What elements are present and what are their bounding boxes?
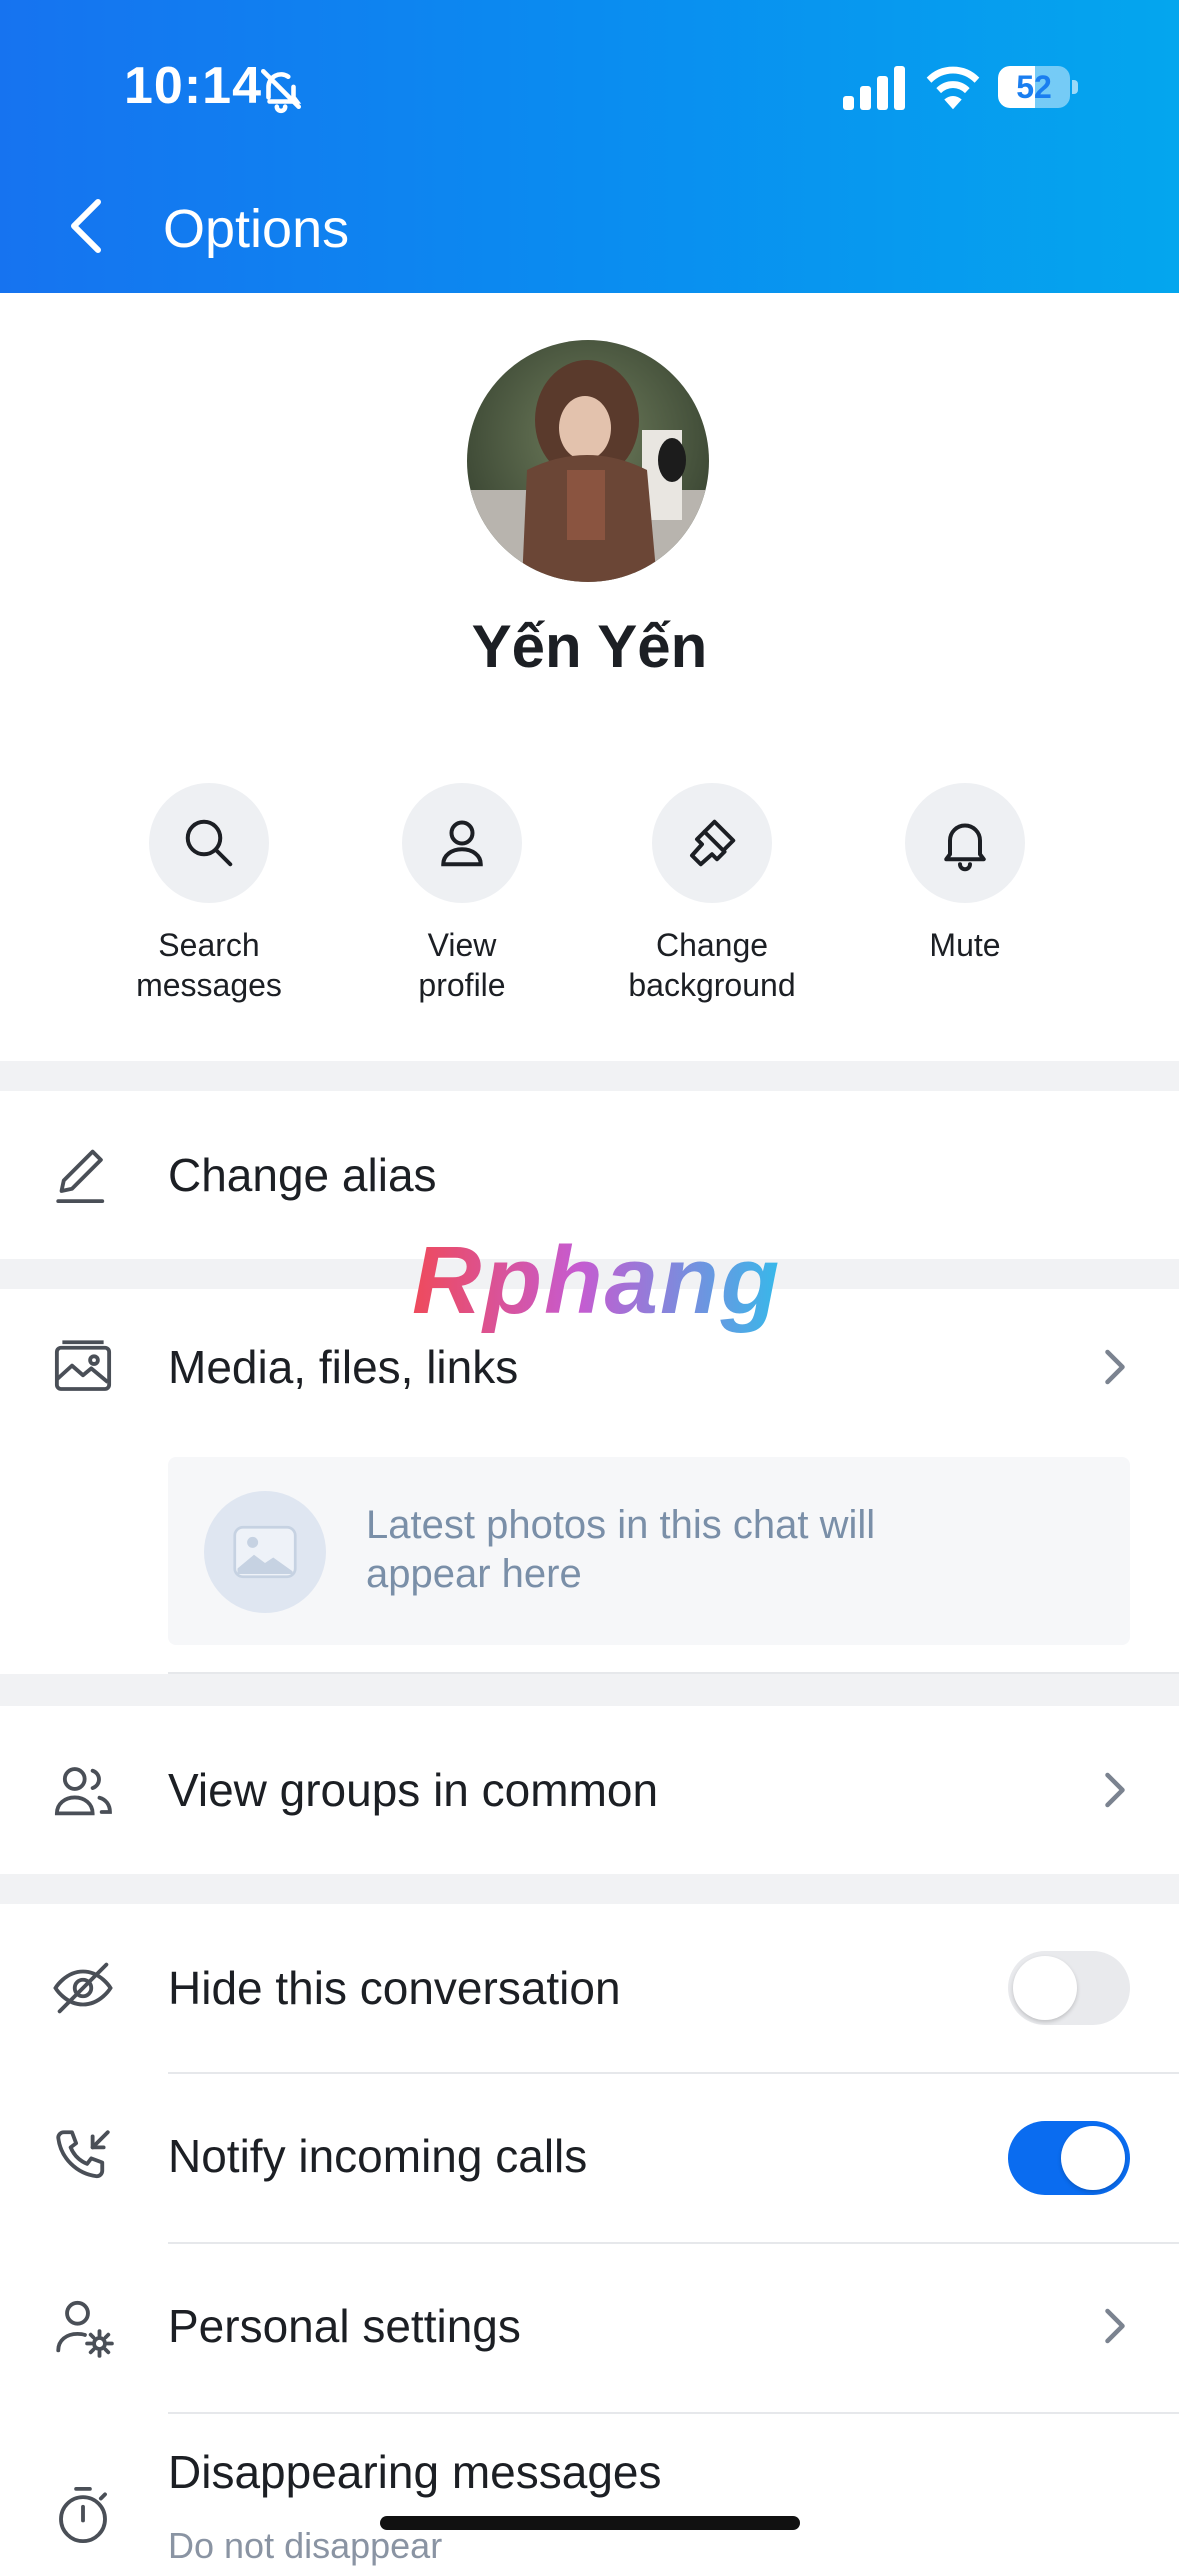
search-messages-label: Search messages [136, 927, 282, 1003]
group-icon [54, 1767, 112, 1816]
hide-conversation-row: Hide this conversation [0, 1904, 1179, 2072]
section-divider [0, 1674, 1179, 1706]
user-gear-icon [56, 2300, 114, 2358]
mute-label: Mute [929, 927, 1001, 963]
search-icon [185, 819, 233, 867]
groups-in-common-label: View groups in common [168, 1764, 659, 1816]
home-indicator[interactable] [380, 2516, 800, 2530]
chevron-right-icon [1105, 2308, 1125, 2344]
notify-incoming-calls-row: Notify incoming calls [0, 2074, 1179, 2242]
media-placeholder: Latest photos in this chat will appear h… [168, 1457, 1130, 1645]
signal-icon [843, 66, 905, 110]
personal-settings-row[interactable]: Personal settings [0, 2244, 1179, 2412]
contact-name: Yến Yến [471, 613, 708, 680]
media-placeholder-text: Latest photos in this chat will appear h… [366, 1503, 876, 1596]
person-icon [441, 820, 483, 867]
search-messages-button[interactable]: Search messages [84, 783, 334, 1005]
hide-conversation-toggle[interactable] [1008, 1951, 1130, 2025]
change-alias-label: Change alias [168, 1149, 437, 1201]
timer-icon [59, 2486, 107, 2544]
view-profile-button[interactable]: View profile [337, 783, 587, 1005]
groups-in-common-row[interactable]: View groups in common [0, 1706, 1179, 1874]
personal-settings-label: Personal settings [168, 2300, 521, 2352]
bell-icon [944, 823, 986, 872]
eye-off-icon [53, 1962, 113, 2014]
disappearing-messages-value: Do not disappear [168, 2525, 443, 2566]
notify-incoming-calls-toggle[interactable] [1008, 2121, 1130, 2195]
watermark-logo: Rphang [412, 1227, 782, 1334]
chevron-right-icon [1105, 1772, 1125, 1808]
battery-level-text: 52 [1016, 69, 1052, 105]
wifi-icon [926, 66, 980, 110]
view-profile-label: View profile [418, 927, 506, 1003]
pencil-icon [56, 1149, 105, 1204]
avatar[interactable] [467, 340, 709, 582]
view-profile-circle [402, 783, 522, 903]
disappearing-messages-label: Disappearing messages [168, 2446, 662, 2498]
change-background-label: Change background [628, 927, 796, 1003]
change-background-circle [652, 783, 772, 903]
section-divider [0, 1874, 1179, 1904]
gallery-icon [54, 1340, 112, 1391]
bell-off-icon [261, 69, 302, 114]
paintbrush-icon [690, 819, 736, 867]
phone-incoming-icon [56, 2130, 110, 2179]
mute-button[interactable]: Mute [840, 783, 1090, 965]
chevron-right-icon [1105, 1349, 1125, 1385]
media-files-links-label: Media, files, links [168, 1341, 519, 1393]
search-messages-circle [149, 783, 269, 903]
status-time: 10:14 [124, 57, 262, 115]
hide-conversation-label: Hide this conversation [168, 1962, 621, 2014]
notify-incoming-calls-label: Notify incoming calls [168, 2130, 588, 2182]
back-arrow-icon[interactable] [62, 196, 114, 256]
photo-placeholder-thumb [204, 1491, 326, 1613]
image-icon [233, 1525, 297, 1579]
header-bar: 10:14 52 Options [0, 0, 1179, 293]
section-divider [0, 1061, 1179, 1091]
page-title: Options [163, 199, 350, 259]
change-background-button[interactable]: Change background [587, 783, 837, 1005]
mute-circle [905, 783, 1025, 903]
battery-indicator: 52 [998, 66, 1078, 108]
